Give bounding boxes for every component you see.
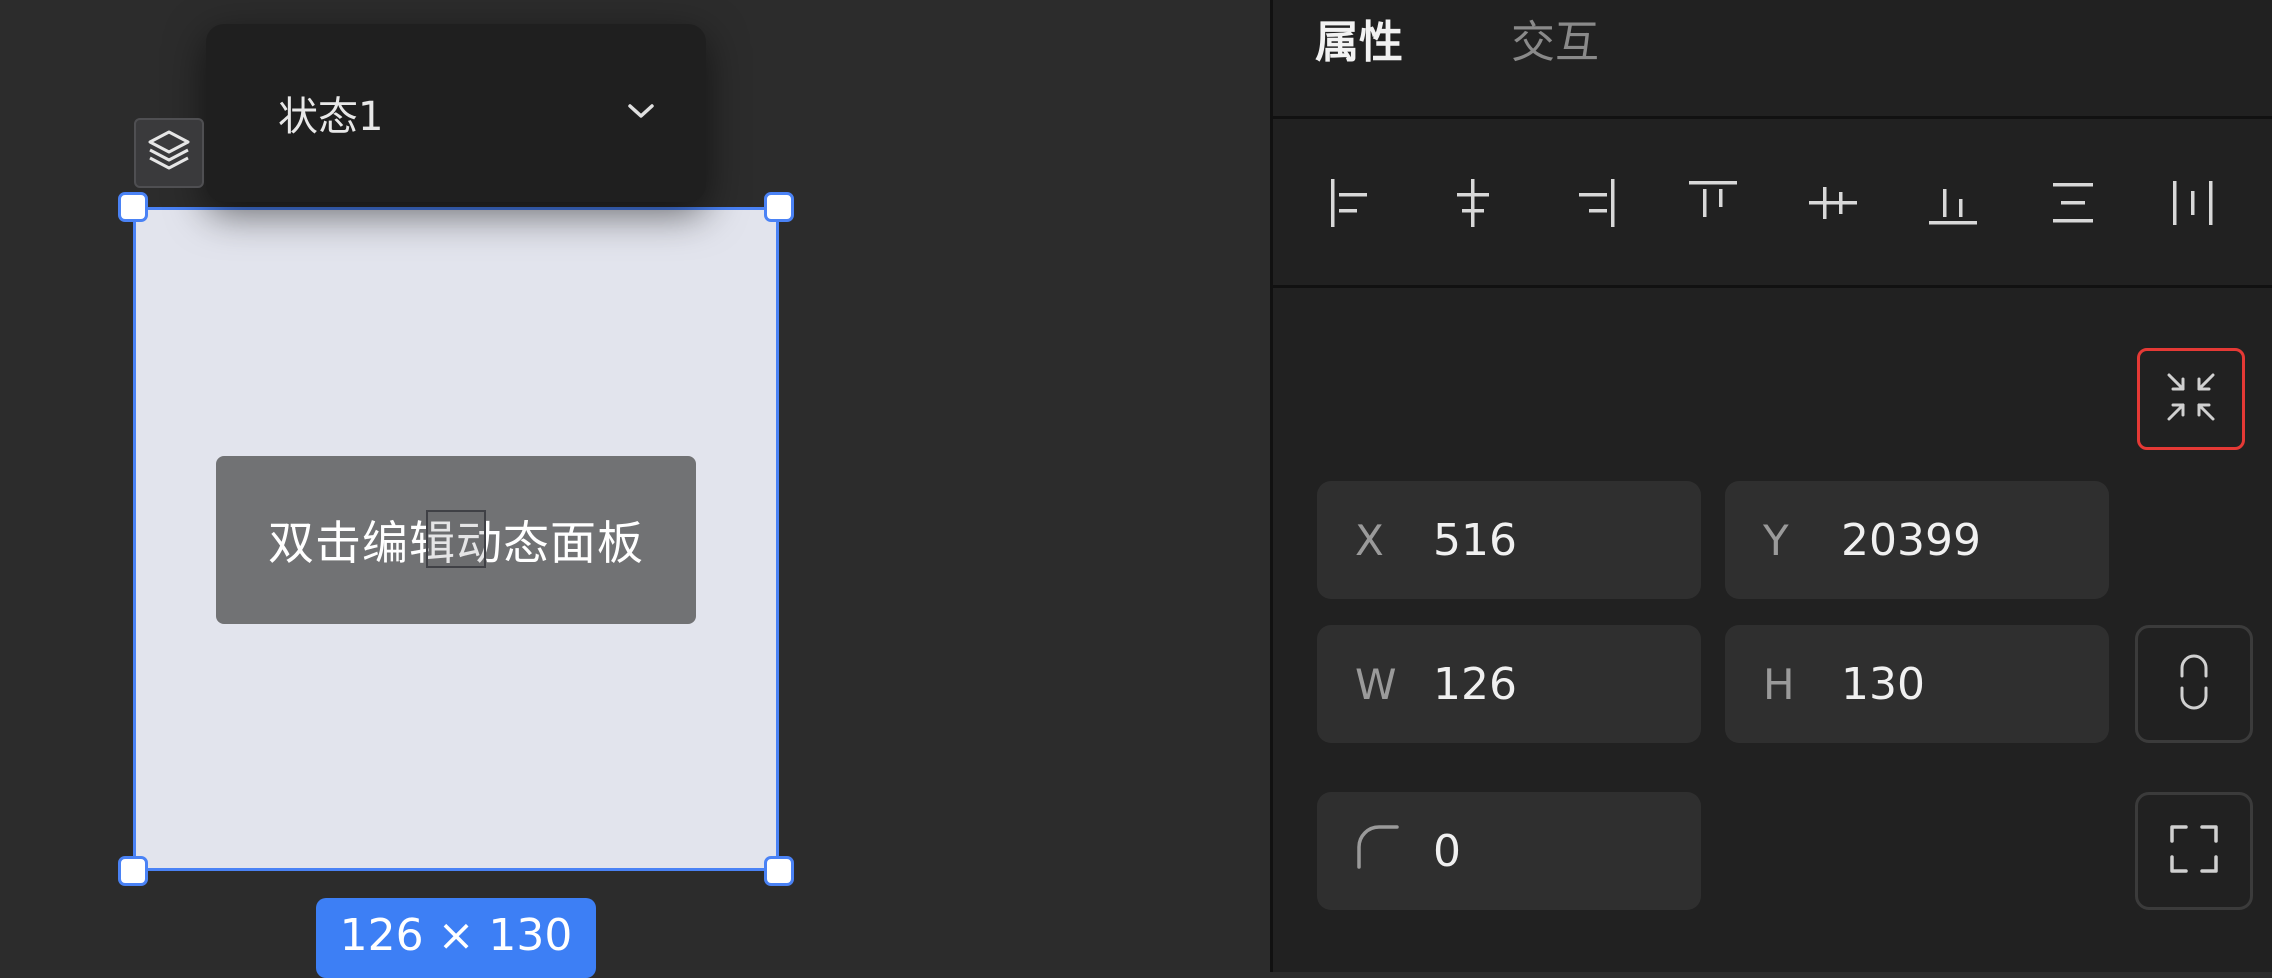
y-position-field[interactable]: Y 20399 [1725,481,2109,599]
height-field[interactable]: H 130 [1725,625,2109,743]
width-field[interactable]: W 126 [1317,625,1701,743]
align-right-icon[interactable] [1563,173,1623,233]
fullscreen-corners-icon [2166,821,2222,881]
resize-handle-top-right[interactable] [764,192,794,222]
x-position-field[interactable]: X 516 [1317,481,1701,599]
alignment-toolbar [1273,119,2272,288]
state-dropdown[interactable]: 状态1 [206,24,706,202]
inspector-tabs: 属性 交互 [1273,0,2272,119]
design-canvas[interactable]: 状态1 双击编辑动态面板 126 × 130 [0,0,1270,978]
resize-handle-bottom-right[interactable] [764,856,794,886]
distribute-horizontal-icon[interactable] [2163,173,2223,233]
h-label: H [1763,659,1795,709]
align-left-icon[interactable] [1323,173,1383,233]
align-vertical-center-icon[interactable] [1803,173,1863,233]
y-value[interactable]: 20399 [1841,515,1981,566]
y-label: Y [1763,515,1789,565]
w-label: W [1355,659,1397,709]
w-value[interactable]: 126 [1433,659,1517,710]
align-horizontal-center-icon[interactable] [1443,173,1503,233]
layers-button[interactable] [134,118,204,188]
collapse-arrows-icon [2161,367,2221,431]
corner-radius-field[interactable]: 0 [1317,792,1701,910]
align-top-icon[interactable] [1683,173,1743,233]
distribute-vertical-icon[interactable] [2043,173,2103,233]
h-value[interactable]: 130 [1841,659,1925,710]
independent-corners-button[interactable] [2135,792,2253,910]
resize-handle-top-left[interactable] [118,192,148,222]
chevron-down-icon [626,101,656,125]
resize-handle-bottom-left[interactable] [118,856,148,886]
size-badge-text: 126 × 130 [339,910,573,961]
state-dropdown-label: 状态1 [278,94,384,140]
constrain-proportions-button[interactable] [2135,625,2253,743]
corner-radius-icon [1355,823,1433,879]
link-icon [2174,652,2214,716]
text-cursor-indicator [426,510,486,568]
x-label: X [1355,515,1384,565]
layers-icon [144,126,194,180]
x-value[interactable]: 516 [1433,515,1517,566]
corner-radius-value[interactable]: 0 [1433,826,1461,877]
tab-interactions[interactable]: 交互 [1511,6,1599,70]
collapse-button[interactable] [2137,348,2245,450]
inspector-panel: 属性 交互 X 516 Y 20399 W 126 H 130 0 [1270,0,2272,972]
tab-properties[interactable]: 属性 [1315,6,1403,70]
size-badge: 126 × 130 [316,898,596,978]
align-bottom-icon[interactable] [1923,173,1983,233]
